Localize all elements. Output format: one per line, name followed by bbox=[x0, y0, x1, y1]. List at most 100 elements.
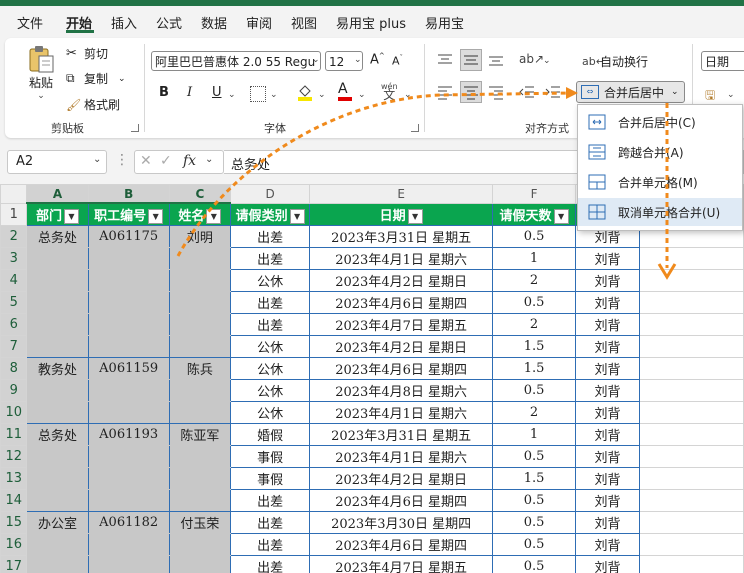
menu-insert[interactable]: 插入 bbox=[111, 13, 137, 32]
leave-days-cell[interactable]: 0.5 bbox=[491, 511, 577, 534]
dept-cell[interactable] bbox=[26, 467, 89, 490]
name-cell[interactable] bbox=[168, 489, 231, 512]
leave-type-cell[interactable]: 公休 bbox=[229, 335, 311, 358]
leave-type-cell[interactable]: 公休 bbox=[229, 379, 311, 402]
leave-days-cell[interactable]: 0.5 bbox=[491, 533, 577, 556]
approver-cell[interactable]: 刘背 bbox=[575, 489, 640, 512]
name-cell[interactable] bbox=[168, 467, 231, 490]
dept-cell[interactable] bbox=[26, 269, 89, 292]
empty-cell[interactable] bbox=[638, 313, 744, 336]
approver-cell[interactable]: 刘背 bbox=[575, 379, 640, 402]
leave-type-cell[interactable]: 出差 bbox=[229, 291, 311, 314]
row-header[interactable]: 17 bbox=[0, 555, 28, 573]
chevron-down-icon[interactable]: ⌄ bbox=[205, 154, 213, 165]
employee-id-cell[interactable]: A061182 bbox=[87, 511, 170, 534]
column-header-f[interactable]: F bbox=[491, 184, 577, 204]
leave-type-cell[interactable]: 事假 bbox=[229, 467, 311, 490]
cut-button[interactable]: ✂ 剪切 bbox=[66, 45, 108, 62]
date-cell[interactable]: 2023年4月7日 星期五 bbox=[309, 313, 493, 336]
unmerge-cells-option[interactable]: 取消单元格合并(U) bbox=[578, 198, 742, 226]
approver-cell[interactable]: 刘背 bbox=[575, 401, 640, 424]
empty-cell[interactable] bbox=[638, 511, 744, 534]
date-cell[interactable]: 2023年4月1日 星期六 bbox=[309, 401, 493, 424]
empty-cell[interactable] bbox=[638, 445, 744, 468]
employee-id-cell[interactable]: A061175 bbox=[87, 225, 170, 248]
name-cell[interactable] bbox=[168, 533, 231, 556]
column-header-d[interactable]: D bbox=[229, 184, 311, 204]
leave-days-cell[interactable]: 0.5 bbox=[491, 445, 577, 468]
cancel-icon[interactable]: ✕ bbox=[140, 153, 152, 169]
empty-cell[interactable] bbox=[638, 379, 744, 402]
leave-days-cell[interactable]: 2 bbox=[491, 269, 577, 292]
row-header[interactable]: 13 bbox=[0, 467, 28, 490]
leave-type-cell[interactable]: 出差 bbox=[229, 511, 311, 534]
row-header[interactable]: 9 bbox=[0, 379, 28, 402]
chevron-down-icon[interactable]: ⌄ bbox=[312, 55, 320, 65]
font-color-icon[interactable]: A bbox=[338, 81, 352, 101]
align-bottom-icon[interactable] bbox=[488, 52, 504, 71]
approver-cell[interactable]: 刘背 bbox=[575, 247, 640, 270]
leave-type-cell[interactable]: 公休 bbox=[229, 401, 311, 424]
name-cell[interactable] bbox=[168, 269, 231, 292]
leave-days-cell[interactable]: 1.5 bbox=[491, 467, 577, 490]
align-middle-icon[interactable] bbox=[460, 49, 482, 71]
dept-cell[interactable] bbox=[26, 313, 89, 336]
chevron-down-icon[interactable]: ⌄ bbox=[354, 55, 362, 65]
approver-cell[interactable]: 刘背 bbox=[575, 511, 640, 534]
row-header[interactable]: 14 bbox=[0, 489, 28, 512]
empty-cell[interactable] bbox=[638, 269, 744, 292]
leave-type-cell[interactable]: 出差 bbox=[229, 247, 311, 270]
empty-cell[interactable] bbox=[638, 335, 744, 358]
borders-icon[interactable] bbox=[250, 86, 266, 102]
date-cell[interactable]: 2023年4月2日 星期日 bbox=[309, 467, 493, 490]
column-header-c[interactable]: C bbox=[168, 184, 231, 204]
chevron-down-icon[interactable]: ⌄ bbox=[404, 90, 412, 100]
approver-cell[interactable]: 刘背 bbox=[575, 555, 640, 573]
row-header[interactable]: 3 bbox=[0, 247, 28, 270]
leave-days-cell[interactable]: 0.5 bbox=[491, 379, 577, 402]
header-cell[interactable]: 请假类别 ▼ bbox=[229, 202, 311, 226]
date-cell[interactable]: 2023年4月1日 星期六 bbox=[309, 445, 493, 468]
employee-id-cell[interactable]: A061159 bbox=[87, 357, 170, 380]
dept-cell[interactable] bbox=[26, 291, 89, 314]
wrap-text-button[interactable]: ab↵ 自动换行 bbox=[582, 53, 648, 70]
name-cell[interactable] bbox=[168, 247, 231, 270]
approver-cell[interactable]: 刘背 bbox=[575, 423, 640, 446]
row-header[interactable]: 12 bbox=[0, 445, 28, 468]
more-options-icon[interactable]: ⋮ bbox=[115, 152, 129, 168]
chevron-down-icon[interactable]: ⌄ bbox=[93, 154, 101, 165]
empty-cell[interactable] bbox=[638, 555, 744, 573]
leave-days-cell[interactable]: 0.5 bbox=[491, 489, 577, 512]
date-cell[interactable]: 2023年4月6日 星期四 bbox=[309, 533, 493, 556]
name-cell[interactable]: 付玉荣 bbox=[168, 511, 231, 534]
copy-button[interactable]: ⧉ 复制 ⌄ bbox=[66, 70, 126, 87]
row-header[interactable]: 11 bbox=[0, 423, 28, 446]
menu-formulas[interactable]: 公式 bbox=[156, 13, 182, 32]
approver-cell[interactable]: 刘背 bbox=[575, 335, 640, 358]
row-header[interactable]: 7 bbox=[0, 335, 28, 358]
merge-center-option[interactable]: 合并后居中(C) bbox=[578, 108, 742, 136]
chevron-down-icon[interactable]: ⌄ bbox=[727, 90, 735, 100]
name-cell[interactable] bbox=[168, 335, 231, 358]
date-cell[interactable]: 2023年4月1日 星期六 bbox=[309, 247, 493, 270]
name-cell[interactable] bbox=[168, 291, 231, 314]
chevron-down-icon[interactable]: ⌄ bbox=[270, 90, 278, 100]
employee-id-cell[interactable] bbox=[87, 533, 170, 556]
dept-cell[interactable] bbox=[26, 401, 89, 424]
leave-days-cell[interactable]: 2 bbox=[491, 313, 577, 336]
date-cell[interactable]: 2023年4月6日 星期四 bbox=[309, 291, 493, 314]
leave-type-cell[interactable]: 公休 bbox=[229, 269, 311, 292]
header-cell[interactable]: 姓名 ▼ bbox=[168, 202, 231, 226]
approver-cell[interactable]: 刘背 bbox=[575, 313, 640, 336]
menu-easytools-plus[interactable]: 易用宝 plus bbox=[336, 13, 406, 32]
column-header-e[interactable]: E bbox=[309, 184, 493, 204]
employee-id-cell[interactable] bbox=[87, 313, 170, 336]
filter-dropdown-icon[interactable]: ▼ bbox=[553, 208, 569, 224]
empty-cell[interactable] bbox=[638, 357, 744, 380]
format-painter-button[interactable]: 🖌 格式刷 bbox=[66, 96, 120, 113]
decrease-indent-icon[interactable] bbox=[519, 84, 535, 103]
date-cell[interactable]: 2023年4月8日 星期六 bbox=[309, 379, 493, 402]
menu-file[interactable]: 文件 bbox=[17, 13, 43, 32]
header-cell[interactable]: 请假天数 ▼ bbox=[491, 202, 577, 226]
chevron-down-icon[interactable]: ⌄ bbox=[671, 87, 679, 97]
